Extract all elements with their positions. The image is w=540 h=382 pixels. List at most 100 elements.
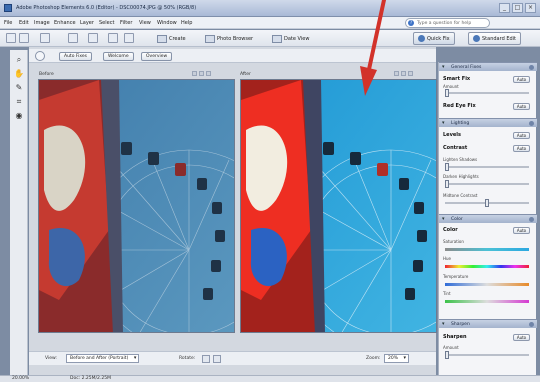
palette-menu-icon[interactable] bbox=[529, 217, 534, 222]
save-icon[interactable] bbox=[40, 33, 50, 43]
darken-highlights-slider[interactable] bbox=[445, 180, 529, 188]
sharpen-label: Sharpen bbox=[443, 334, 467, 340]
menu-view[interactable]: View bbox=[139, 20, 151, 26]
slider-knob[interactable] bbox=[445, 89, 449, 97]
collapse-triangle-icon: ▾ bbox=[442, 216, 445, 222]
maximize-button[interactable]: □ bbox=[512, 3, 523, 13]
saturation-slider[interactable] bbox=[445, 248, 529, 251]
quick-fix-button[interactable]: Quick Fix bbox=[413, 32, 455, 45]
general-fixes-header[interactable]: ▾ General Fixes bbox=[439, 62, 537, 71]
lighten-shadows-slider[interactable] bbox=[445, 163, 529, 171]
help-search-input[interactable]: ? Type a question for help bbox=[405, 18, 490, 28]
slider-knob[interactable] bbox=[445, 351, 449, 359]
status-zoom: 20.00% bbox=[12, 376, 30, 381]
overview-tab[interactable]: Overview bbox=[141, 52, 173, 61]
menu-enhance[interactable]: Enhance bbox=[54, 20, 76, 26]
sharpen-auto-button[interactable]: Auto bbox=[513, 334, 530, 341]
auto-fixes-tab[interactable]: Auto Fixes bbox=[59, 52, 93, 61]
date-view-label: Date View bbox=[284, 35, 310, 42]
sharpen-amount-slider[interactable] bbox=[445, 351, 529, 359]
date-view-button[interactable]: Date View bbox=[272, 33, 309, 44]
hand-tool-icon[interactable]: ✋ bbox=[13, 68, 25, 80]
open-file-icon[interactable] bbox=[19, 33, 29, 43]
window-controls: _ □ × bbox=[499, 3, 536, 13]
midtone-contrast-slider[interactable] bbox=[445, 199, 529, 207]
menu-select[interactable]: Select bbox=[99, 20, 114, 26]
help-search-placeholder: Type a question for help bbox=[417, 21, 472, 26]
pane-control-icon[interactable] bbox=[401, 71, 406, 76]
temperature-slider[interactable] bbox=[445, 283, 529, 286]
pane-control-icon[interactable] bbox=[408, 71, 413, 76]
red-eye-auto-button[interactable]: Auto bbox=[513, 103, 530, 110]
title-bar: Adobe Photoshop Elements 6.0 (Editor) - … bbox=[0, 0, 540, 17]
sharpen-title: Sharpen bbox=[451, 322, 470, 327]
smart-fix-label: Smart Fix bbox=[443, 76, 471, 82]
hue-slider[interactable] bbox=[445, 265, 529, 268]
rotate-left-icon[interactable] bbox=[202, 355, 210, 363]
photo-browser-button[interactable]: Photo Browser bbox=[205, 33, 253, 44]
crop-tool-icon[interactable]: ⌗ bbox=[13, 96, 25, 108]
pane-control-icon[interactable] bbox=[394, 71, 399, 76]
create-label: Create bbox=[169, 35, 186, 42]
red-eye-tool-icon[interactable]: ◉ bbox=[13, 110, 25, 122]
pane-control-icon[interactable] bbox=[206, 71, 211, 76]
undo-icon[interactable] bbox=[108, 33, 118, 43]
color-title: Color bbox=[451, 217, 463, 222]
temperature-label: Temperature bbox=[443, 274, 469, 279]
lighting-header[interactable]: ▾ Lighting bbox=[439, 118, 537, 127]
quick-selection-tool-icon[interactable]: ✎ bbox=[13, 82, 25, 94]
redo-icon[interactable] bbox=[124, 33, 134, 43]
saturation-label: Saturation bbox=[443, 239, 464, 244]
palette-menu-icon[interactable] bbox=[529, 65, 534, 70]
question-icon: ? bbox=[408, 20, 414, 26]
sharpen-amount-label: Amount bbox=[443, 345, 459, 350]
tint-label: Tint bbox=[443, 291, 451, 296]
smart-fix-amount-slider[interactable] bbox=[445, 89, 529, 97]
welcome-tab[interactable]: Welcome bbox=[103, 52, 134, 61]
color-label: Color bbox=[443, 227, 458, 233]
back-icon[interactable] bbox=[35, 51, 45, 61]
rotate-right-icon[interactable] bbox=[213, 355, 221, 363]
levels-auto-button[interactable]: Auto bbox=[513, 132, 530, 139]
contrast-auto-button[interactable]: Auto bbox=[513, 145, 530, 152]
smart-fix-auto-button[interactable]: Auto bbox=[513, 76, 530, 83]
color-header[interactable]: ▾ Color bbox=[439, 214, 537, 223]
print-icon[interactable] bbox=[68, 33, 78, 43]
menu-file[interactable]: File bbox=[4, 20, 12, 26]
view-select[interactable]: Before and After (Portrait) bbox=[66, 354, 140, 363]
menu-image[interactable]: Image bbox=[34, 20, 50, 26]
menu-window[interactable]: Window bbox=[157, 20, 177, 26]
share-icon[interactable] bbox=[88, 33, 98, 43]
standard-edit-icon bbox=[473, 35, 480, 42]
menu-layer[interactable]: Layer bbox=[80, 20, 94, 26]
quick-fix-icon bbox=[418, 35, 425, 42]
before-image[interactable] bbox=[38, 79, 235, 333]
status-doc-size: Doc: 2.25M/2.25M bbox=[70, 376, 111, 381]
status-bar: 20.00% Doc: 2.25M/2.25M bbox=[0, 375, 540, 382]
midtone-contrast-label: Midtone Contrast bbox=[443, 193, 478, 198]
pane-control-icon[interactable] bbox=[192, 71, 197, 76]
close-button[interactable]: × bbox=[525, 3, 536, 13]
quick-fix-label: Quick Fix bbox=[427, 35, 450, 42]
minimize-button[interactable]: _ bbox=[499, 3, 510, 13]
standard-edit-button[interactable]: Standard Edit bbox=[468, 32, 522, 45]
palette-menu-icon[interactable] bbox=[529, 121, 534, 126]
slider-knob[interactable] bbox=[445, 163, 449, 171]
quick-fix-palette: ▾ General Fixes Smart Fix Auto Amount Re… bbox=[438, 62, 537, 375]
menu-filter[interactable]: Filter bbox=[120, 20, 132, 26]
menu-help[interactable]: Help bbox=[181, 20, 192, 26]
slider-knob[interactable] bbox=[445, 180, 449, 188]
menu-edit[interactable]: Edit bbox=[19, 20, 29, 26]
zoom-tool-icon[interactable]: ⌕ bbox=[13, 54, 25, 66]
after-pane-controls bbox=[394, 71, 413, 76]
palette-menu-icon[interactable] bbox=[529, 322, 534, 327]
pane-control-icon[interactable] bbox=[199, 71, 204, 76]
zoom-select[interactable]: 20% bbox=[384, 354, 410, 363]
tint-slider[interactable] bbox=[445, 300, 529, 303]
slider-knob[interactable] bbox=[485, 199, 489, 207]
new-file-icon[interactable] bbox=[6, 33, 16, 43]
after-image[interactable] bbox=[240, 79, 437, 333]
create-button[interactable]: Create bbox=[157, 33, 186, 44]
color-auto-button[interactable]: Auto bbox=[513, 227, 530, 234]
sharpen-header[interactable]: ▾ Sharpen bbox=[439, 319, 537, 328]
